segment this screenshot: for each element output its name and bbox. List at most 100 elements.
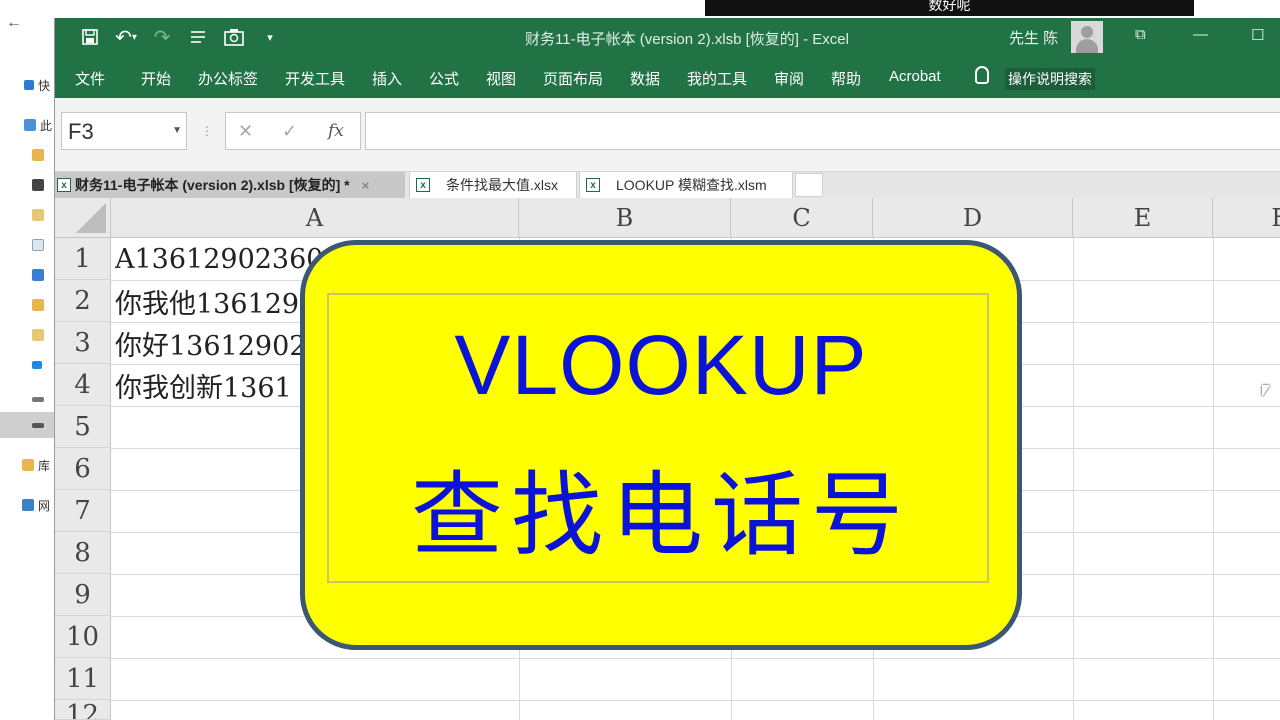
undo-icon: ↶ <box>115 26 132 49</box>
formula-buttons: ✕ ✓ fx <box>225 112 361 150</box>
back-arrow-icon[interactable]: ← <box>6 14 22 32</box>
tab-data[interactable]: 数据 <box>630 68 660 89</box>
customize-qat-icon[interactable]: ▾ <box>259 26 281 48</box>
chevron-down-icon: ▾ <box>131 31 137 43</box>
downloads-folder-icon <box>32 269 44 281</box>
row-header[interactable]: 11 <box>55 658 111 700</box>
lightbulb-icon <box>975 66 989 84</box>
row-header[interactable]: 9 <box>55 574 111 616</box>
tab-view[interactable]: 视图 <box>486 68 516 89</box>
overlay-title: VLOOKUP <box>454 318 868 412</box>
pictures-folder-icon <box>32 209 44 221</box>
close-tab-icon[interactable]: × <box>362 178 370 193</box>
name-box[interactable]: F3 ▼ <box>61 112 187 150</box>
save-icon[interactable] <box>79 26 101 48</box>
folder-icon <box>32 149 44 161</box>
tab-formulas[interactable]: 公式 <box>429 68 459 89</box>
explorer-item-this-pc[interactable]: 此 <box>0 112 54 138</box>
explorer-item-libraries[interactable]: 库 <box>0 452 54 478</box>
screen: ← 快 此 库 网 ↶ ▾ ↷ ▾ 财务11-电子帐本 (version 2).… <box>0 0 1280 720</box>
drive-icon <box>32 422 44 428</box>
row-header[interactable]: 1 <box>55 238 111 280</box>
top-banner: 数好呢 <box>705 0 1194 16</box>
column-header-e[interactable]: E <box>1073 198 1213 238</box>
column-header-b[interactable]: B <box>519 198 731 238</box>
tab-acrobat[interactable]: Acrobat <box>889 68 941 85</box>
tab-insert[interactable]: 插入 <box>372 68 402 89</box>
workbook-tab-active[interactable]: x 财务11-电子帐本 (version 2).xlsb [恢复的] * × <box>55 172 405 198</box>
explorer-item-folder[interactable] <box>0 292 54 318</box>
minimize-icon[interactable]: — <box>1193 26 1208 43</box>
explorer-item-folder[interactable] <box>0 202 54 228</box>
column-header-d[interactable]: D <box>873 198 1073 238</box>
windows-drive-icon <box>32 361 42 369</box>
row-header[interactable]: 3 <box>55 322 111 364</box>
undo-button[interactable]: ↶ ▾ <box>115 26 137 49</box>
new-tab-button[interactable] <box>795 173 823 197</box>
title-bar: ↶ ▾ ↷ ▾ 财务11-电子帐本 (version 2).xlsb [恢复的] … <box>55 18 1280 58</box>
explorer-item-drive-selected[interactable] <box>0 412 54 438</box>
formula-bar-resize-handle[interactable]: ⋮ <box>201 124 213 138</box>
select-all-button[interactable] <box>55 198 111 238</box>
check-icon[interactable]: ✓ <box>282 121 297 142</box>
tab-page-layout[interactable]: 页面布局 <box>543 68 603 89</box>
form-icon[interactable] <box>187 26 209 48</box>
explorer-item-folder[interactable] <box>0 232 54 258</box>
tab-developer[interactable]: 开发工具 <box>285 68 345 89</box>
explorer-item-drive[interactable] <box>0 352 54 378</box>
formula-bar: F3 ▼ ⋮ ✕ ✓ fx <box>55 98 1280 172</box>
column-header-f[interactable]: F <box>1213 198 1280 238</box>
explorer-item-network[interactable]: 网 <box>0 492 54 518</box>
chevron-down-icon[interactable]: ▼ <box>172 125 182 136</box>
insert-function-icon[interactable]: fx <box>328 121 344 141</box>
explorer-item-folder[interactable] <box>0 172 54 198</box>
tell-me-search[interactable]: 操作说明搜索 <box>1005 68 1095 90</box>
ribbon-display-options-icon[interactable]: ⧉ <box>1135 26 1146 43</box>
user-name[interactable]: 先生 陈 <box>1009 27 1058 48</box>
quick-access-toolbar: ↶ ▾ ↷ ▾ <box>79 26 281 49</box>
row-header[interactable]: 6 <box>55 448 111 490</box>
explorer-item-drive[interactable] <box>0 386 54 412</box>
avatar[interactable] <box>1071 21 1103 53</box>
column-header-a[interactable]: A <box>111 198 519 238</box>
drive-icon <box>32 396 44 402</box>
column-header-c[interactable]: C <box>731 198 873 238</box>
workbook-tabs: x 财务11-电子帐本 (version 2).xlsb [恢复的] * × x… <box>55 172 1280 198</box>
overlay-subtitle: 查找电话号 <box>410 462 911 569</box>
ribbon-tabs: 文件 开始 办公标签 开发工具 插入 公式 视图 页面布局 数据 我的工具 审阅… <box>55 58 1280 98</box>
explorer-item-folder[interactable] <box>0 322 54 348</box>
workbook-tab[interactable]: x 条件找最大值.xlsx <box>409 172 577 198</box>
name-box-value: F3 <box>68 119 94 144</box>
row-header[interactable]: 5 <box>55 406 111 448</box>
maximize-icon[interactable]: ☐ <box>1251 26 1264 44</box>
tab-review[interactable]: 审阅 <box>774 68 804 89</box>
excel-file-icon: x <box>416 178 430 192</box>
workbook-tab[interactable]: x LOOKUP 模糊查找.xlsm <box>579 172 793 198</box>
row-header[interactable]: 7 <box>55 490 111 532</box>
mouse-cursor-icon <box>1262 385 1270 397</box>
tab-my-tools[interactable]: 我的工具 <box>687 68 747 89</box>
tab-help[interactable]: 帮助 <box>831 68 861 89</box>
documents-folder-icon <box>32 239 44 251</box>
explorer-item-quick-access[interactable]: 快 <box>0 72 54 98</box>
row-header[interactable]: 2 <box>55 280 111 322</box>
row-header[interactable]: 8 <box>55 532 111 574</box>
camera-icon[interactable] <box>223 26 245 48</box>
row-header[interactable]: 10 <box>55 616 111 658</box>
file-explorer-pane: ← 快 此 库 网 <box>0 0 54 720</box>
library-icon <box>22 459 34 471</box>
formula-input[interactable] <box>365 112 1280 150</box>
star-icon <box>24 80 34 90</box>
cancel-icon[interactable]: ✕ <box>238 121 253 142</box>
redo-icon: ↷ <box>153 26 171 49</box>
row-header[interactable]: 4 <box>55 364 111 406</box>
redo-button[interactable]: ↷ <box>151 26 173 49</box>
row-header[interactable]: 12 <box>55 700 111 720</box>
tab-file[interactable]: 文件 <box>75 68 105 89</box>
desktop-folder-icon <box>32 329 44 341</box>
explorer-item-folder[interactable] <box>0 262 54 288</box>
tab-home[interactable]: 开始 <box>141 68 171 89</box>
explorer-item-folder[interactable] <box>0 142 54 168</box>
tab-office-tab[interactable]: 办公标签 <box>198 68 258 89</box>
music-folder-icon <box>32 299 44 311</box>
